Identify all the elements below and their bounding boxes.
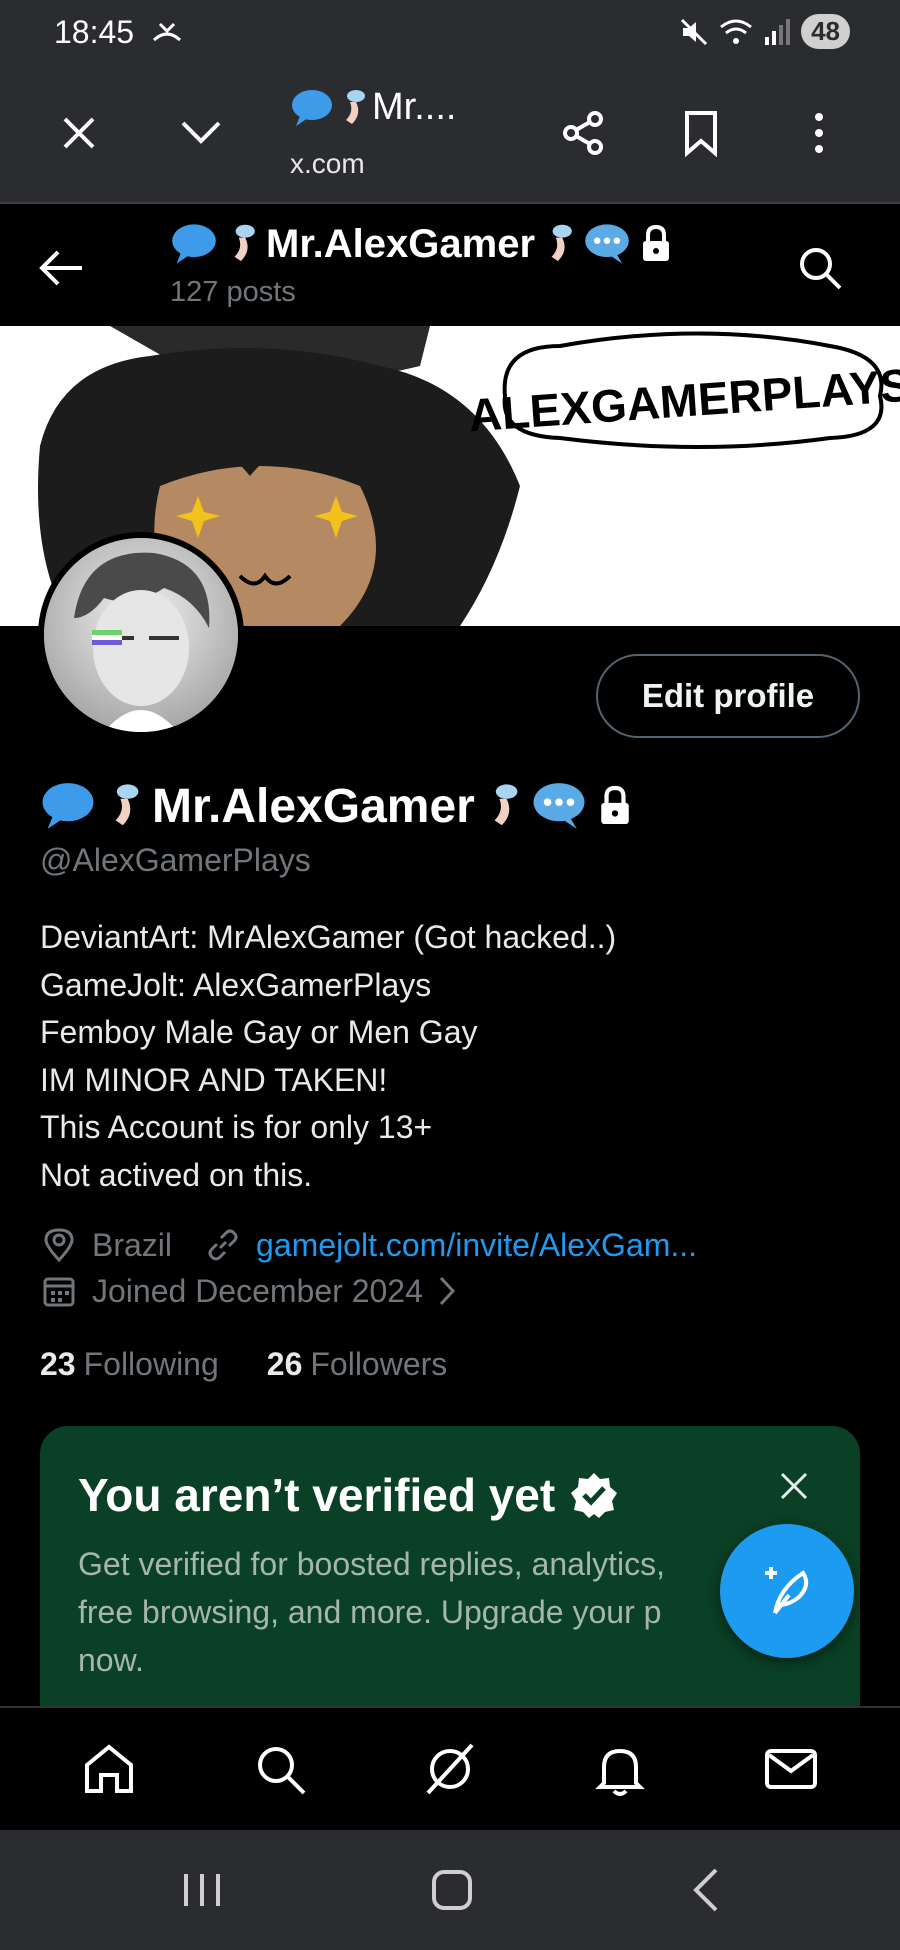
edit-profile-button[interactable]: Edit profile — [596, 654, 860, 738]
follow-stats: 23 Following 26 Followers — [40, 1346, 447, 1383]
home-icon — [85, 1744, 134, 1793]
mute-icon — [681, 18, 708, 45]
chevron-right-icon — [439, 1276, 455, 1306]
profile-top-bar: Mr.AlexGamer 127 posts — [0, 206, 900, 326]
nav-home[interactable] — [74, 1734, 144, 1804]
search-icon[interactable] — [788, 236, 852, 300]
search-icon — [257, 1747, 305, 1795]
more-menu-button[interactable] — [784, 98, 854, 168]
following-count: 23 — [40, 1346, 76, 1382]
verified-badge-icon — [571, 1473, 618, 1518]
bio-line: DeviantArt: MrAlexGamer (Got hacked..) — [40, 919, 617, 955]
bio-line: GameJolt: AlexGamerPlays — [40, 966, 432, 1003]
worm-emoji — [494, 784, 518, 826]
lock-icon — [643, 224, 670, 261]
compose-feather-icon — [765, 1567, 809, 1615]
status-time: 18:45 — [54, 14, 135, 50]
wifi-icon — [720, 19, 753, 44]
speech-balloon-emoji — [42, 783, 94, 829]
worm-emoji — [346, 89, 365, 124]
browser-toolbar: Mr.... x.com — [0, 66, 900, 204]
battery-level: 48 — [801, 14, 850, 49]
worm-emoji — [115, 784, 139, 826]
back-icon[interactable] — [678, 1860, 738, 1920]
followers-link[interactable]: 26 Followers — [267, 1346, 448, 1383]
avatar-image — [44, 538, 238, 732]
joined-date: Joined December 2024 — [92, 1272, 423, 1309]
nav-grok[interactable] — [415, 1734, 485, 1804]
location-text: Brazil — [92, 1226, 173, 1263]
verify-card-title: You aren’t verified yet — [78, 1468, 619, 1522]
lock-icon — [601, 785, 629, 824]
joined-row[interactable]: Joined December 2024 — [40, 1272, 461, 1310]
avatar[interactable] — [38, 532, 244, 738]
speech-bubble-emoji — [585, 224, 629, 264]
bio-line: IM MINOR AND TAKEN! — [40, 1061, 388, 1098]
messages-icon — [764, 1749, 817, 1789]
status-bar: 18:45 48 — [0, 0, 900, 66]
system-navigation-bar — [0, 1830, 900, 1950]
followers-label: Followers — [310, 1346, 448, 1382]
notifications-icon — [595, 1748, 646, 1796]
compose-post-button[interactable] — [720, 1524, 854, 1658]
missed-call-icon — [152, 22, 182, 42]
location-pin-icon — [44, 1228, 74, 1263]
speech-balloon-emoji — [172, 224, 216, 264]
bio-line: This Account is for only 13+ — [40, 1109, 433, 1145]
bookmark-button[interactable] — [666, 98, 736, 168]
speech-balloon-emoji — [292, 89, 332, 126]
nav-messages[interactable] — [756, 1734, 826, 1804]
username-handle: @AlexGamerPlays — [40, 842, 311, 878]
website-link[interactable]: gamejolt.com/invite/AlexGam... — [256, 1227, 697, 1264]
display-name: Mr.AlexGamer — [40, 778, 633, 834]
signal-icon — [765, 18, 791, 45]
worm-emoji — [551, 224, 572, 262]
following-label: Following — [83, 1346, 219, 1382]
share-button[interactable] — [548, 98, 618, 168]
bottom-navigation — [0, 1706, 900, 1830]
link-icon — [208, 1229, 238, 1261]
following-link[interactable]: 23 Following — [40, 1346, 219, 1383]
header-display-name: Mr.AlexGamer — [170, 220, 673, 268]
post-count: 127 posts — [170, 276, 296, 308]
bio-line: Femboy Male Gay or Men Gay — [40, 1014, 478, 1050]
status-icons: 48 — [679, 14, 850, 49]
nav-explore[interactable] — [245, 1734, 315, 1804]
recent-apps-icon[interactable] — [172, 1860, 232, 1920]
profile-meta-row: Brazil gamejolt.com/invite/AlexGam... — [40, 1226, 697, 1264]
calendar-icon — [43, 1277, 75, 1307]
nav-notifications[interactable] — [585, 1734, 655, 1804]
bookmark-icon — [685, 111, 717, 157]
home-button-icon[interactable] — [422, 1860, 482, 1920]
close-icon — [63, 117, 95, 149]
bio-line: Not actived on this. — [40, 1156, 313, 1193]
close-tab-button[interactable] — [44, 98, 114, 168]
tab-title[interactable]: Mr.... — [290, 86, 456, 129]
grok-icon — [426, 1743, 474, 1795]
minimize-button[interactable] — [166, 98, 236, 168]
speech-bubble-emoji — [533, 783, 585, 829]
back-arrow-icon[interactable] — [30, 236, 94, 300]
verify-body-line: now. — [78, 1642, 144, 1678]
close-icon[interactable] — [774, 1466, 814, 1506]
chevron-down-icon — [181, 121, 221, 144]
share-icon — [563, 111, 603, 155]
profile-bio: DeviantArt: MrAlexGamer (Got hacked..) G… — [40, 914, 860, 1199]
followers-count: 26 — [266, 1346, 303, 1382]
url-text[interactable]: x.com — [290, 148, 365, 180]
more-vertical-icon — [815, 113, 823, 153]
worm-emoji — [234, 224, 255, 262]
